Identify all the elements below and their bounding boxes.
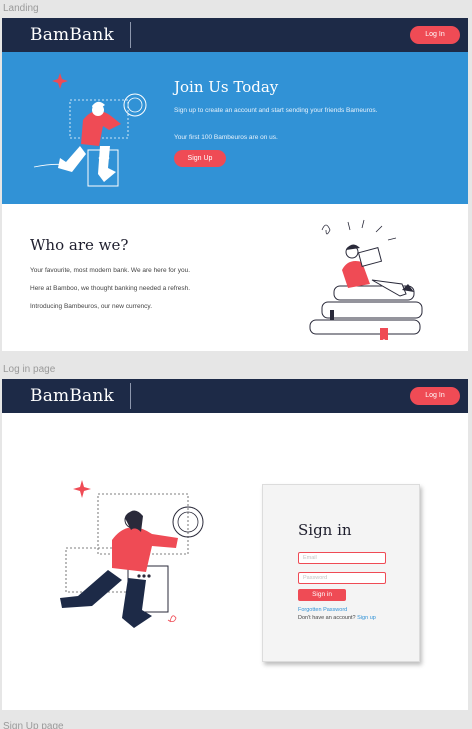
about-paragraph-1: Your favourite, most modern bank. We are…	[30, 267, 191, 274]
signin-title: Sign in	[298, 521, 352, 539]
hero-note: Your first 100 Bambeuros are on us.	[174, 134, 278, 141]
hero-section: Join Us Today Sign up to create an accou…	[2, 52, 468, 204]
brand-logo[interactable]: BamBank	[30, 386, 114, 406]
landing-frame: BamBank Log In Join Us Today Sign up to …	[2, 18, 468, 351]
login-button[interactable]: Log In	[410, 387, 460, 405]
about-paragraph-3: Introducing Bambeuros, our new currency.	[30, 303, 152, 310]
navbar: BamBank Log In	[2, 379, 468, 413]
signin-illustration	[60, 480, 204, 628]
signup-frame-label: Sign Up page	[3, 721, 64, 729]
login-frame: BamBank Log In Sign in Sign in Forgotten…	[2, 379, 468, 710]
signup-link[interactable]: Sign up	[357, 615, 376, 621]
nav-divider	[130, 383, 131, 409]
hero-subtitle: Sign up to create an account and start s…	[174, 107, 378, 114]
password-field[interactable]	[298, 572, 386, 584]
forgot-password-link[interactable]: Forgotten Password	[298, 607, 347, 613]
navbar: BamBank Log In	[2, 18, 468, 52]
no-account-row: Don't have an account? Sign up	[298, 615, 376, 621]
signin-button[interactable]: Sign in	[298, 589, 346, 601]
signin-card: Sign in Sign in Forgotten Password Don't…	[262, 484, 420, 662]
nav-divider	[130, 22, 131, 48]
about-paragraph-2: Here at Bamboo, we thought banking neede…	[30, 285, 191, 292]
email-field[interactable]	[298, 552, 386, 564]
hero-title: Join Us Today	[174, 78, 279, 96]
about-title: Who are we?	[30, 236, 129, 254]
no-account-text: Don't have an account?	[298, 615, 356, 621]
login-frame-label: Log in page	[3, 364, 56, 375]
login-button[interactable]: Log In	[410, 26, 460, 44]
signup-button[interactable]: Sign Up	[174, 150, 226, 167]
landing-frame-label: Landing	[3, 3, 39, 14]
brand-logo[interactable]: BamBank	[30, 25, 114, 45]
hero-illustration	[33, 73, 147, 187]
reading-illustration	[309, 219, 423, 340]
